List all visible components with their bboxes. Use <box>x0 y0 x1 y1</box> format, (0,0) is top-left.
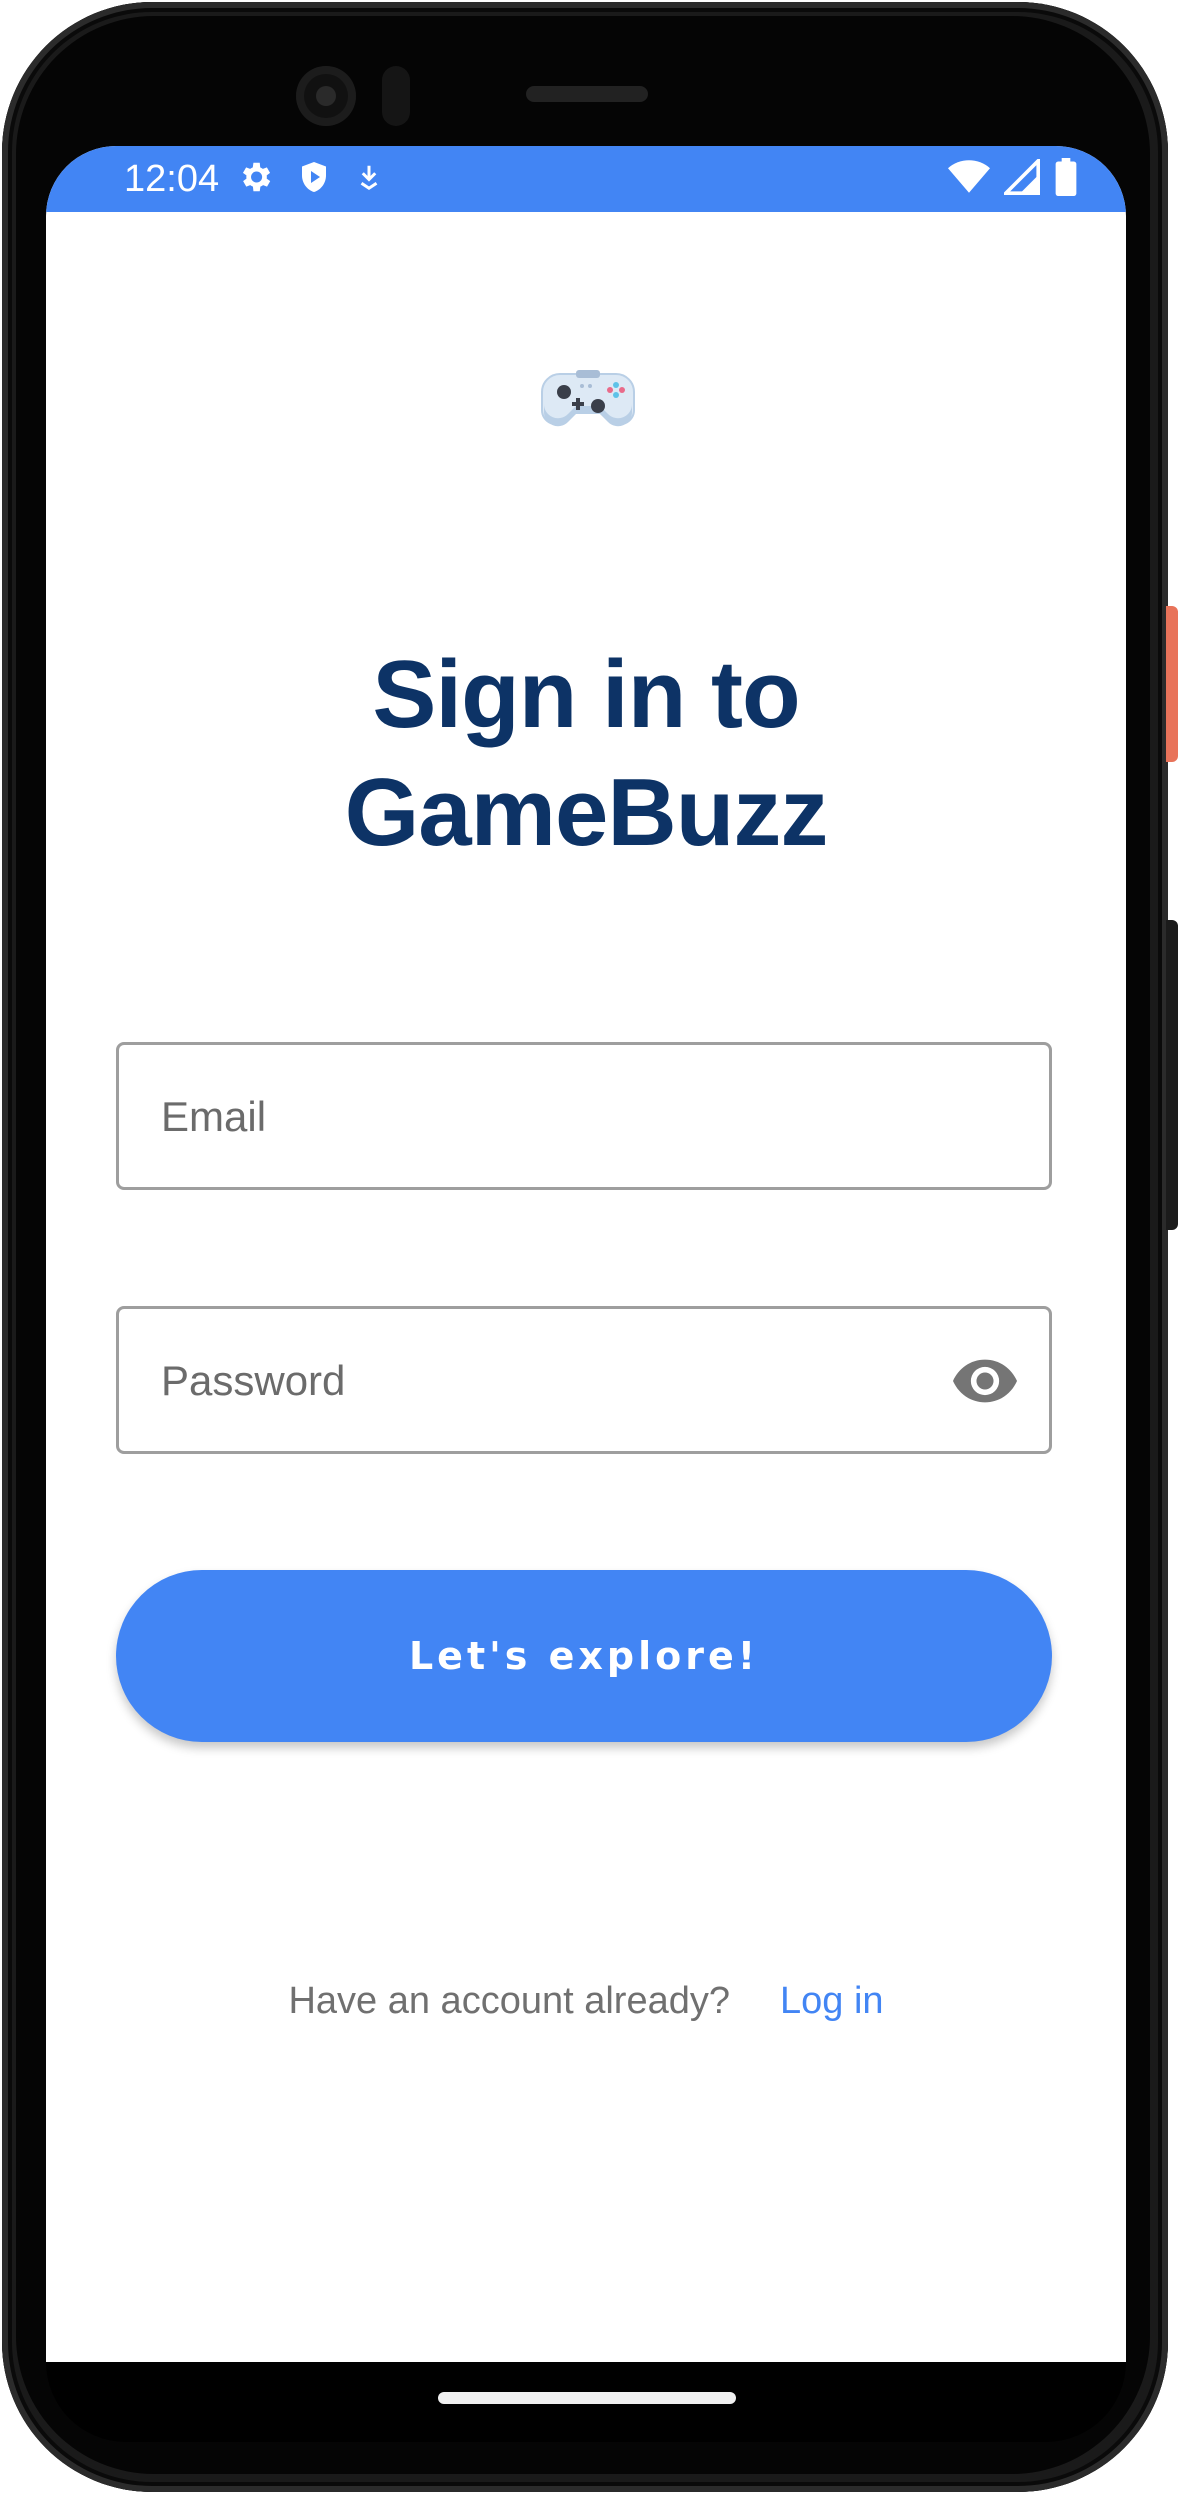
title-line-2: GameBuzz <box>344 759 829 866</box>
status-bar: 12:04 <box>46 146 1126 212</box>
login-row: Have an account already? Log in <box>46 1980 1126 2023</box>
volume-button <box>1166 920 1178 1230</box>
status-icons-right <box>948 158 1078 196</box>
navigation-bar <box>46 2362 1126 2442</box>
login-prompt: Have an account already? <box>288 1980 730 2022</box>
home-gesture-handle[interactable] <box>438 2392 736 2404</box>
shield-play-icon <box>302 162 326 192</box>
password-field[interactable]: Password <box>116 1306 1052 1454</box>
gear-icon <box>242 162 271 192</box>
login-link[interactable]: Log in <box>780 1980 884 2022</box>
power-button <box>1166 606 1178 762</box>
phone-device: 12:04 Sign in to GameBuzz Email Password… <box>0 0 1178 2498</box>
earpiece-speaker <box>526 86 648 102</box>
front-camera <box>296 66 356 126</box>
eye-icon[interactable] <box>953 1353 1017 1409</box>
status-icons-left <box>236 158 384 196</box>
download-icon <box>360 165 378 191</box>
lets-explore-button[interactable]: Let's explore! <box>116 1570 1052 1742</box>
game-controller-icon <box>540 370 636 427</box>
battery-icon <box>1055 158 1077 196</box>
title-line-1: Sign in to <box>372 641 800 748</box>
wifi-icon <box>948 160 990 193</box>
email-placeholder: Email <box>161 1093 267 1140</box>
page-title: Sign in to GameBuzz <box>46 636 1126 872</box>
signal-icon <box>1004 159 1040 195</box>
proximity-sensor <box>382 66 410 126</box>
email-field[interactable]: Email <box>116 1042 1052 1190</box>
password-placeholder: Password <box>161 1357 346 1404</box>
screen: 12:04 Sign in to GameBuzz Email Password… <box>46 146 1126 2362</box>
status-time: 12:04 <box>124 158 220 200</box>
